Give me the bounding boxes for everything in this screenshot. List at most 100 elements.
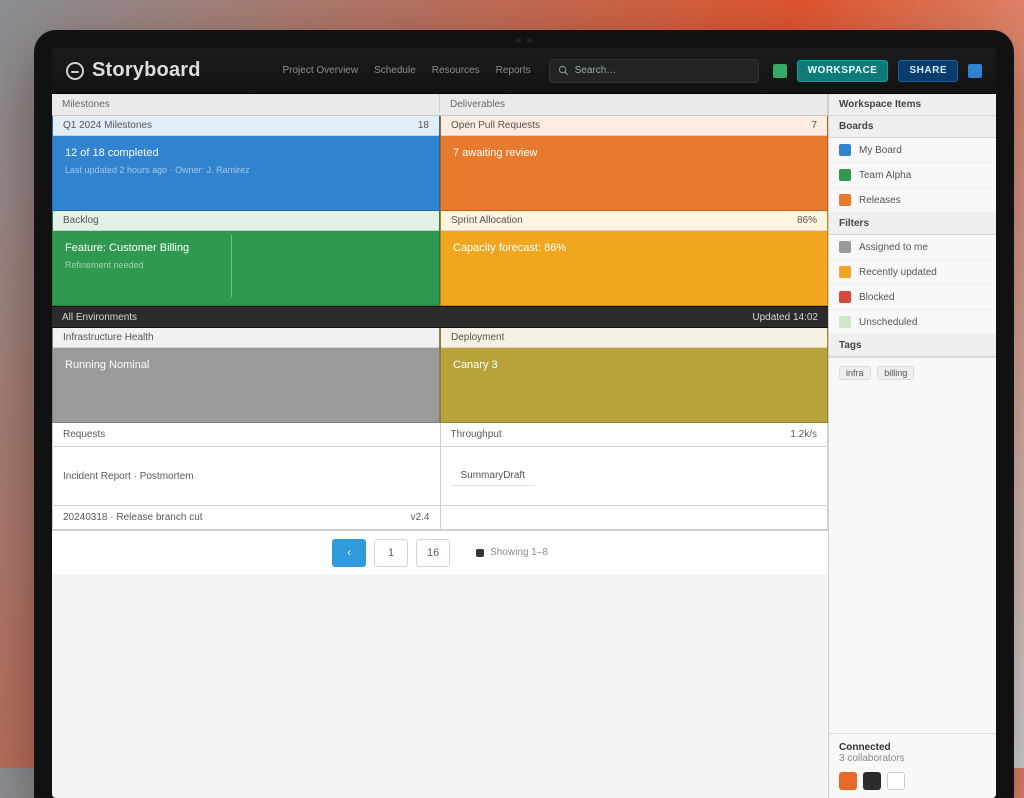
section-strip: All Environments Updated 14:02: [52, 306, 828, 328]
card-head-meta: 18: [418, 120, 429, 131]
card-summary[interactable]: SummaryDraft: [441, 447, 829, 506]
sidebar: Workspace Items Boards My Board Team Alp…: [828, 94, 996, 798]
app-window: Storyboard Project Overview Schedule Res…: [52, 48, 996, 798]
brand-icon: [66, 62, 84, 80]
swatch-icon: [839, 291, 851, 303]
card-line: Canary 3: [453, 359, 498, 371]
search-input[interactable]: Search…: [549, 59, 759, 83]
sidebar-item-label: Releases: [859, 195, 901, 206]
device-frame: Storyboard Project Overview Schedule Res…: [34, 30, 1014, 798]
card-sprint[interactable]: Sprint Allocation86% Capacity forecast: …: [440, 211, 828, 306]
swatch-icon: [839, 144, 851, 156]
pager-total-button[interactable]: 16: [416, 539, 450, 567]
action-icon[interactable]: [887, 772, 905, 790]
status-label: Connected: [839, 742, 986, 753]
pager-meta: Showing 1–8: [476, 547, 548, 558]
card-head: Sprint Allocation: [451, 215, 523, 226]
workspace-button[interactable]: WORKSPACE: [797, 60, 889, 82]
topbar: Storyboard Project Overview Schedule Res…: [52, 48, 996, 94]
tag[interactable]: billing: [877, 366, 914, 380]
sidebar-item[interactable]: Releases: [829, 188, 996, 213]
card-deploy[interactable]: Deployment Canary 3: [440, 328, 828, 423]
card-head: Deployment: [451, 332, 504, 343]
footer-version: v2.4: [411, 512, 430, 523]
card-infra[interactable]: Infrastructure Health Running Nominal: [52, 328, 440, 423]
footer-cell: [441, 506, 829, 530]
swatch-icon: [839, 241, 851, 253]
sidebar-item-label: Blocked: [859, 292, 895, 303]
search-placeholder: Search…: [575, 65, 617, 76]
sidebar-item-label: Unscheduled: [859, 317, 917, 328]
sidebar-item[interactable]: Assigned to me: [829, 235, 996, 260]
swatch-icon: [839, 316, 851, 328]
sidebar-title: Workspace Items: [829, 94, 996, 116]
card-row: Q1 2024 Milestones18 12 of 18 completed …: [52, 116, 828, 211]
sidebar-item-label: Recently updated: [859, 267, 937, 278]
footer-row: 20240318 · Release branch cutv2.4: [52, 506, 828, 530]
card-head-meta: 86%: [797, 215, 817, 226]
sidebar-status: Connected 3 collaborators: [829, 733, 996, 798]
divider-line: [231, 235, 232, 297]
pager-page-button[interactable]: 1: [374, 539, 408, 567]
thin-value: 1.2k/s: [790, 429, 817, 440]
card-backlog[interactable]: Backlog Feature: Customer Billing Refine…: [52, 211, 440, 306]
sidebar-group-title: Tags: [829, 335, 996, 357]
app-title: Storyboard: [92, 59, 201, 82]
main-panel: Milestones Deliverables Q1 2024 Mileston…: [52, 94, 828, 798]
card-pull-requests[interactable]: Open Pull Requests 7 7 awaiting review: [440, 116, 828, 211]
card-head: Open Pull Requests: [451, 120, 540, 131]
sidebar-group-title: Boards: [829, 116, 996, 138]
card-head-meta: 7: [811, 120, 817, 131]
column-header-left[interactable]: Milestones: [52, 94, 440, 115]
thin-row: Requests Throughput 1.2k/s: [52, 423, 828, 447]
sidebar-item-label: My Board: [859, 145, 902, 156]
action-icon[interactable]: [863, 772, 881, 790]
column-header-right[interactable]: Deliverables: [440, 94, 828, 115]
card-line: 7 awaiting review: [453, 147, 537, 159]
sidebar-item-label: Assigned to me: [859, 242, 928, 253]
thin-cell[interactable]: Throughput 1.2k/s: [441, 423, 829, 447]
swatch-icon: [839, 266, 851, 278]
nav-item[interactable]: Resources: [432, 65, 480, 76]
swatch-icon: [839, 169, 851, 181]
camera-notch: [499, 37, 549, 43]
sidebar-item[interactable]: Recently updated: [829, 260, 996, 285]
thin-cell[interactable]: Incident Report · Postmortem: [52, 447, 441, 506]
account-icon[interactable]: [968, 64, 982, 78]
nav-item[interactable]: Schedule: [374, 65, 416, 76]
card-row: Backlog Feature: Customer Billing Refine…: [52, 211, 828, 306]
status-detail: 3 collaborators: [839, 753, 986, 764]
sidebar-action-row: [839, 772, 986, 790]
sidebar-item-label: Team Alpha: [859, 170, 911, 181]
action-icon[interactable]: [839, 772, 857, 790]
sidebar-item[interactable]: Team Alpha: [829, 163, 996, 188]
sidebar-tags: infra billing: [829, 357, 996, 388]
pager-prev-button[interactable]: ‹: [332, 539, 366, 567]
dot-icon: [476, 549, 484, 557]
sidebar-item[interactable]: Blocked: [829, 285, 996, 310]
thin-label: Requests: [63, 429, 105, 440]
pager-meta-text: Showing 1–8: [490, 547, 548, 558]
nav-item[interactable]: Project Overview: [283, 65, 359, 76]
app-body: Milestones Deliverables Q1 2024 Mileston…: [52, 94, 996, 798]
footer-cell: 20240318 · Release branch cutv2.4: [52, 506, 441, 530]
column-headers: Milestones Deliverables: [52, 94, 828, 116]
sidebar-item[interactable]: Unscheduled: [829, 310, 996, 335]
swatch-icon: [839, 194, 851, 206]
pager: ‹ 1 16 Showing 1–8: [52, 530, 828, 574]
sidebar-item[interactable]: My Board: [829, 138, 996, 163]
sidebar-group-title: Filters: [829, 213, 996, 235]
card-milestones[interactable]: Q1 2024 Milestones18 12 of 18 completed …: [52, 116, 440, 211]
thin-cell[interactable]: Requests: [52, 423, 441, 447]
brand[interactable]: Storyboard: [66, 59, 201, 82]
share-button[interactable]: SHARE: [898, 60, 958, 82]
card-head: Q1 2024 Milestones: [63, 120, 152, 131]
card-head-meta: Draft: [503, 470, 525, 481]
thin-label: Throughput: [451, 429, 502, 440]
card-row: Infrastructure Health Running Nominal De…: [52, 328, 828, 423]
tag[interactable]: infra: [839, 366, 871, 380]
nav-item[interactable]: Reports: [496, 65, 531, 76]
strip-right: Updated 14:02: [752, 312, 818, 323]
thin-label: Incident Report · Postmortem: [63, 471, 194, 482]
search-icon: [558, 65, 569, 76]
